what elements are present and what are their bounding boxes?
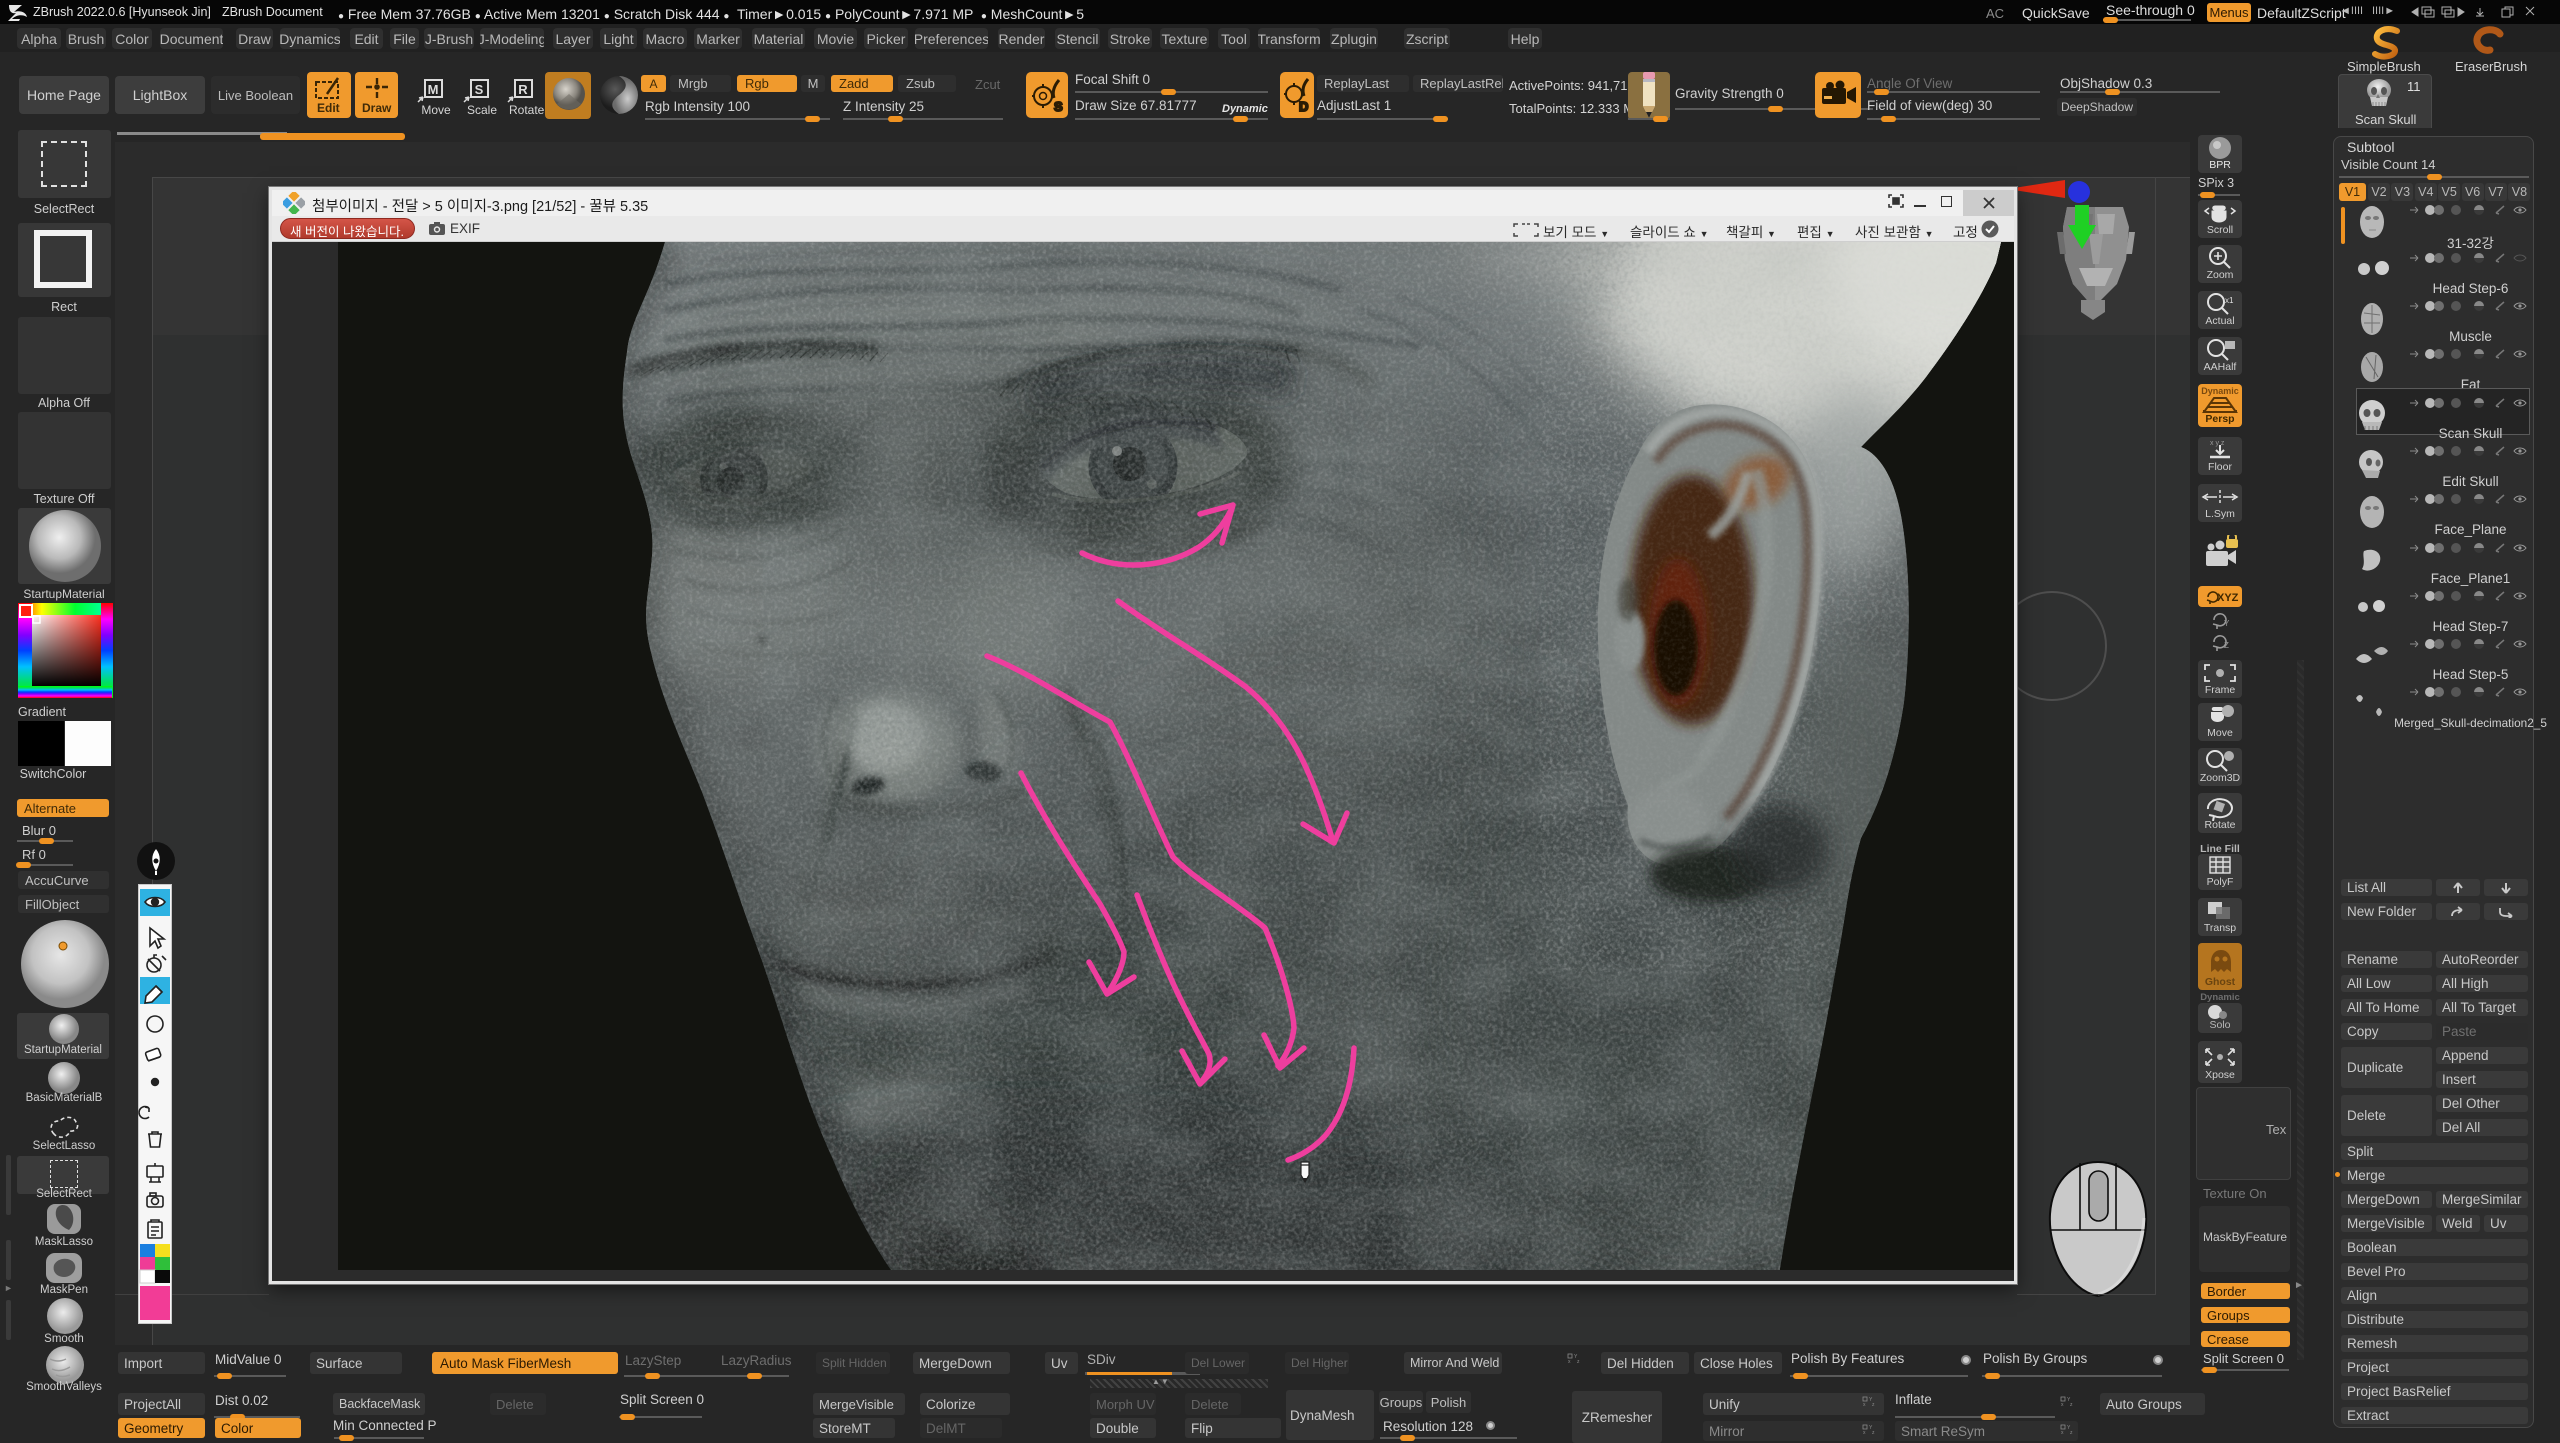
svg-text:z: z (1872, 1430, 1875, 1435)
svg-text:x1: x1 (2225, 296, 2234, 305)
svg-text:R: R (518, 82, 528, 97)
svg-text:x: x (2061, 1402, 2064, 1407)
svg-text:x: x (2061, 1430, 2064, 1435)
svg-text:XYZ: XYZ (2217, 592, 2239, 604)
svg-text:z: z (1872, 1402, 1875, 1407)
svg-text:z: z (2070, 1430, 2073, 1435)
svg-text:x: x (1863, 1430, 1866, 1435)
svg-text:x y z: x y z (2210, 440, 2225, 447)
svg-text:Z: Z (2224, 641, 2229, 650)
svg-text:M: M (428, 82, 439, 97)
svg-text:x: x (1568, 1359, 1571, 1364)
svg-text:S: S (1054, 99, 1063, 114)
svg-text:x: x (1863, 1402, 1866, 1407)
svg-text:Y: Y (2224, 619, 2230, 628)
svg-text:z: z (1577, 1359, 1580, 1364)
svg-text:S: S (475, 82, 484, 97)
svg-text:z: z (2070, 1402, 2073, 1407)
svg-text:D: D (1299, 99, 1308, 114)
